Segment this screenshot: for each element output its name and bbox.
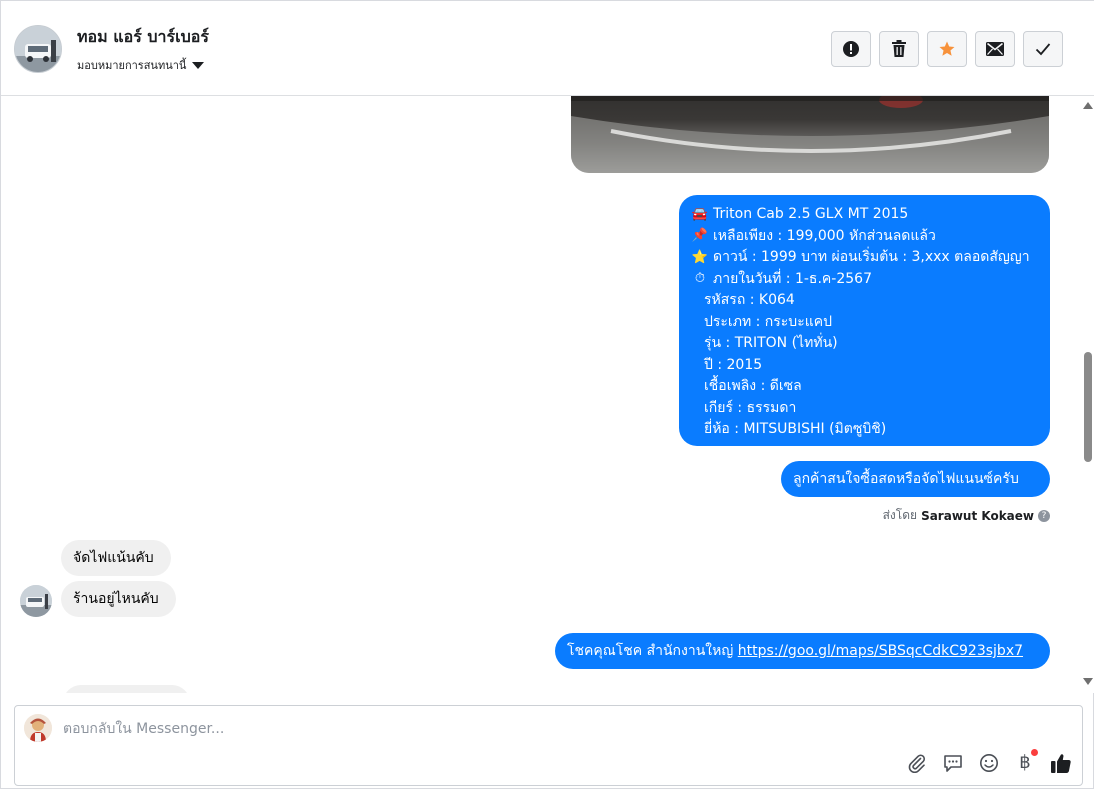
help-icon[interactable]: ? — [1038, 509, 1050, 522]
stopwatch-icon: ⏱ — [694, 271, 706, 287]
conversation-thread[interactable]: 🚘 Triton Cab 2.5 GLX MT 2015 📌 เหลือเพียง … — [1, 96, 1081, 693]
conversation-actions — [831, 31, 1063, 67]
envelope-icon — [986, 42, 1004, 56]
send-like-button[interactable] — [1050, 752, 1072, 774]
paperclip-icon — [908, 754, 926, 773]
messenger-inbox-window: ทอม แอร์ บาร์เบอร์ มอบหมายการสนทนานี้ 🚘 … — [0, 0, 1094, 789]
attach-file-button[interactable] — [906, 752, 928, 774]
conversation-scrollbar[interactable] — [1081, 96, 1094, 693]
location-text: โชคคุณโชค สำนักงานใหญ่ — [567, 643, 734, 659]
notification-dot — [1031, 749, 1038, 756]
mark-unread-button[interactable] — [975, 31, 1015, 67]
checkmark-icon — [1035, 43, 1051, 56]
conversation-header: ทอม แอร์ บาร์เบอร์ มอบหมายการสนทนานี้ — [1, 1, 1094, 96]
message-line: ยี่ห้อ : MITSUBISHI (มิตซูบิชิ) — [704, 421, 887, 437]
message-line: ⏱ ภายในวันที่ : 1-ธ.ค-2567 — [691, 269, 1038, 291]
speech-bubble-icon — [944, 755, 962, 772]
car-dashboard-photo[interactable] — [571, 96, 1049, 173]
reply-input[interactable] — [63, 718, 863, 740]
emoji-button[interactable] — [978, 752, 1000, 774]
assign-conversation-dropdown[interactable]: มอบหมายการสนทนานี้ — [77, 56, 205, 74]
location-message[interactable]: โชคคุณโชค สำนักงานใหญ่ https://goo.gl/ma… — [555, 633, 1050, 669]
saved-replies-button[interactable] — [942, 752, 964, 774]
mark-done-button[interactable] — [1023, 31, 1063, 67]
contact-avatar-small[interactable] — [20, 585, 52, 617]
contact-name[interactable]: ทอม แอร์ บาร์เบอร์ — [77, 25, 209, 50]
sent-by-label: ส่งโดย — [882, 508, 918, 522]
message-line: ปี : 2015 — [704, 356, 763, 373]
pushpin-icon: 📌 — [691, 228, 709, 244]
star-icon — [939, 41, 955, 56]
contact-avatar[interactable] — [14, 25, 62, 73]
thumbs-up-icon — [1051, 754, 1071, 773]
mark-spam-button[interactable] — [831, 31, 871, 67]
message-line: ⭐ ดาวน์ : 1999 บาท ผ่อนเริ่มต้น : 3,xxx ต… — [691, 249, 1030, 265]
composer-tools: ฿ — [906, 749, 1072, 774]
message-line: 📌 เหลือเพียง : 199,000 หักส่วนลดแล้ว — [691, 227, 936, 244]
reply-composer: ฿ — [14, 705, 1083, 786]
trash-icon — [892, 40, 906, 57]
incoming-message[interactable]: ร้านอยู่ไหนคับ — [61, 581, 176, 617]
scrollbar-thumb[interactable] — [1084, 352, 1092, 462]
incoming-message-partial[interactable] — [63, 685, 190, 693]
sent-by-info: ส่งโดย Sarawut Kokaew ? — [883, 506, 1050, 525]
message-line: 🚘 Triton Cab 2.5 GLX MT 2015 — [691, 206, 909, 222]
message-line: เชื้อเพลิง : ดีเซล — [704, 378, 802, 394]
message-line: ประเภท : กระบะแคป — [704, 313, 832, 330]
message-line: รหัสรถ : K064 — [704, 292, 795, 308]
scroll-down-arrow-icon[interactable] — [1083, 678, 1093, 685]
page-avatar — [24, 714, 52, 742]
car-listing-message[interactable]: 🚘 Triton Cab 2.5 GLX MT 2015 📌 เหลือเพียง … — [679, 195, 1050, 446]
outgoing-message[interactable]: ลูกค้าสนใจซื้อสดหรือจัดไฟแนนซ์ครับ — [781, 461, 1050, 497]
scroll-up-arrow-icon[interactable] — [1083, 102, 1093, 109]
baht-icon: ฿ — [1019, 752, 1031, 773]
exclamation-circle-icon — [843, 41, 859, 57]
caret-down-icon — [192, 62, 205, 69]
map-link[interactable]: https://goo.gl/maps/SBSqcCdkC923sjbx7 — [738, 643, 1023, 659]
payment-button[interactable]: ฿ — [1014, 749, 1038, 774]
delete-button[interactable] — [879, 31, 919, 67]
message-line: รุ่น : TRITON (ไททั่น) — [704, 335, 838, 351]
smiley-icon — [980, 754, 998, 772]
assign-label: มอบหมายการสนทนานี้ — [77, 59, 187, 72]
car-icon: 🚘 — [691, 206, 709, 222]
message-line: เกียร์ : ธรรมดา — [704, 399, 797, 416]
sender-name: Sarawut Kokaew — [921, 508, 1034, 523]
star-button[interactable] — [927, 31, 967, 67]
star-emoji-icon: ⭐ — [691, 249, 709, 265]
incoming-message[interactable]: จัดไฟแน้นคับ — [61, 540, 171, 576]
